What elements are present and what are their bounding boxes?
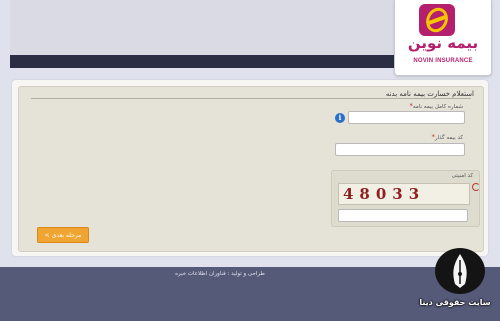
next-step-button[interactable]: مرحله بعدی > [37, 227, 89, 243]
footer-credit: طراحی و تولید : فناوران اطلاعات خبره [175, 271, 265, 277]
policy-number-label: شماره کامل بیمه نامه* [409, 102, 463, 110]
insured-code-input[interactable] [335, 143, 465, 156]
brand-name-fa: بیمه نوین [407, 34, 479, 52]
policy-number-input[interactable] [348, 111, 465, 124]
insured-code-label: کد بیمه گذار* [431, 133, 463, 141]
info-icon[interactable]: i [335, 113, 345, 123]
brand-logo: بیمه نوین NOVIN INSURANCE [394, 0, 492, 76]
refresh-captcha-icon[interactable] [472, 183, 480, 191]
security-code-input[interactable] [338, 209, 468, 222]
watermark-logo [435, 248, 485, 294]
captcha-section: کد امنیتی 48033 [331, 170, 480, 227]
captcha-image: 48033 [338, 183, 470, 205]
form-panel: استعلام خسارت بیمه نامه بدنه شماره کامل … [12, 80, 488, 256]
form-title: استعلام خسارت بیمه نامه بدنه [385, 90, 474, 98]
brand-name-en: NOVIN INSURANCE [413, 58, 473, 64]
title-divider [31, 98, 471, 99]
security-code-label: کد امنیتی [451, 173, 473, 179]
watermark-text: سایت حقوقی دینا [419, 298, 491, 307]
page-footer: طراحی و تولید : فناوران اطلاعات خبره [0, 267, 500, 321]
captcha-text: 48033 [343, 185, 426, 203]
brand-logo-icon [419, 4, 455, 36]
form-inner: استعلام خسارت بیمه نامه بدنه شماره کامل … [18, 86, 484, 252]
